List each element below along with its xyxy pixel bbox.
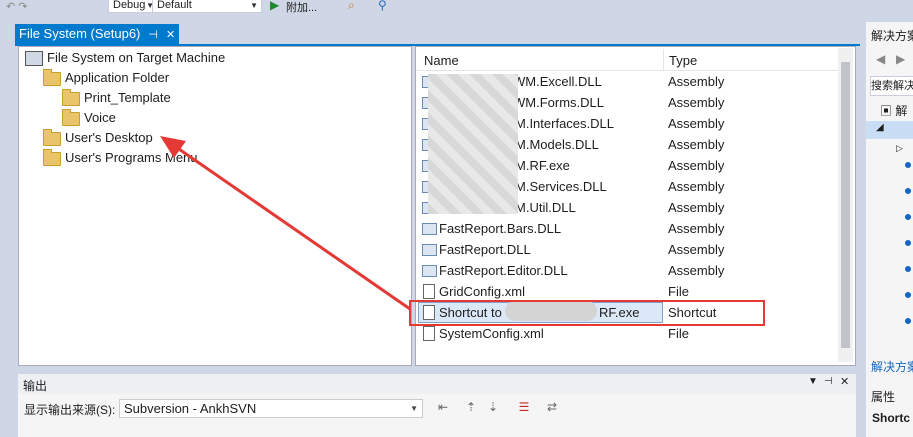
- find-message-icon[interactable]: ⇤: [436, 400, 450, 414]
- file-node-icon: [905, 188, 911, 194]
- forward-icon[interactable]: ▶: [896, 52, 905, 66]
- solution-icon: ▣: [880, 104, 893, 118]
- next-message-icon[interactable]: ⇣: [486, 400, 500, 414]
- output-source-label: 显示输出来源(S):: [24, 403, 116, 417]
- solution-explorer-title: 解决方案: [871, 29, 913, 43]
- solution-explorer-tab[interactable]: 解决方案: [871, 358, 913, 375]
- close-icon[interactable]: ✕: [840, 375, 849, 388]
- prev-message-icon[interactable]: ⇡: [464, 400, 478, 414]
- solution-explorer-panel: 解决方案 ◀ ▶ 搜索解决 ▣ 解 ◢ ▷ 解决方案 属性 Shortc: [866, 22, 913, 437]
- arrow-shaft: [175, 145, 411, 311]
- properties-title: 属性: [871, 390, 896, 404]
- arrow-head: [160, 136, 186, 158]
- expand-icon: ◢: [876, 122, 884, 133]
- output-header: 输出 ▼ ⊣ ✕: [18, 374, 856, 394]
- expand-icon[interactable]: ▷: [896, 143, 903, 154]
- file-node-icon: [905, 266, 911, 272]
- word-wrap-icon[interactable]: ⇄: [545, 400, 559, 414]
- file-node-icon: [905, 162, 911, 168]
- pin-icon[interactable]: ⊣: [824, 376, 833, 387]
- solution-search-input[interactable]: 搜索解决: [870, 76, 913, 96]
- file-node-icon: [905, 240, 911, 246]
- solution-item-label: 解: [895, 104, 908, 118]
- properties-object: Shortc: [872, 411, 911, 425]
- clear-all-icon[interactable]: ☰: [517, 400, 531, 414]
- back-icon[interactable]: ◀: [876, 52, 885, 66]
- output-source-value: Subversion - AnkhSVN: [124, 401, 257, 416]
- output-title: 输出: [23, 379, 48, 393]
- solution-item[interactable]: ▣ 解: [880, 102, 907, 119]
- dropdown-arrow-icon[interactable]: ▼: [808, 376, 818, 387]
- file-node-icon: [905, 292, 911, 298]
- selected-project-row[interactable]: ◢: [866, 121, 913, 139]
- file-node-icon: [905, 318, 911, 324]
- dropdown-arrow-icon: ▼: [410, 404, 418, 413]
- file-node-icon: [905, 214, 911, 220]
- output-source-select[interactable]: Subversion - AnkhSVN ▼: [119, 399, 423, 418]
- annotation-arrow: [160, 136, 411, 311]
- search-placeholder: 搜索解决: [871, 80, 913, 92]
